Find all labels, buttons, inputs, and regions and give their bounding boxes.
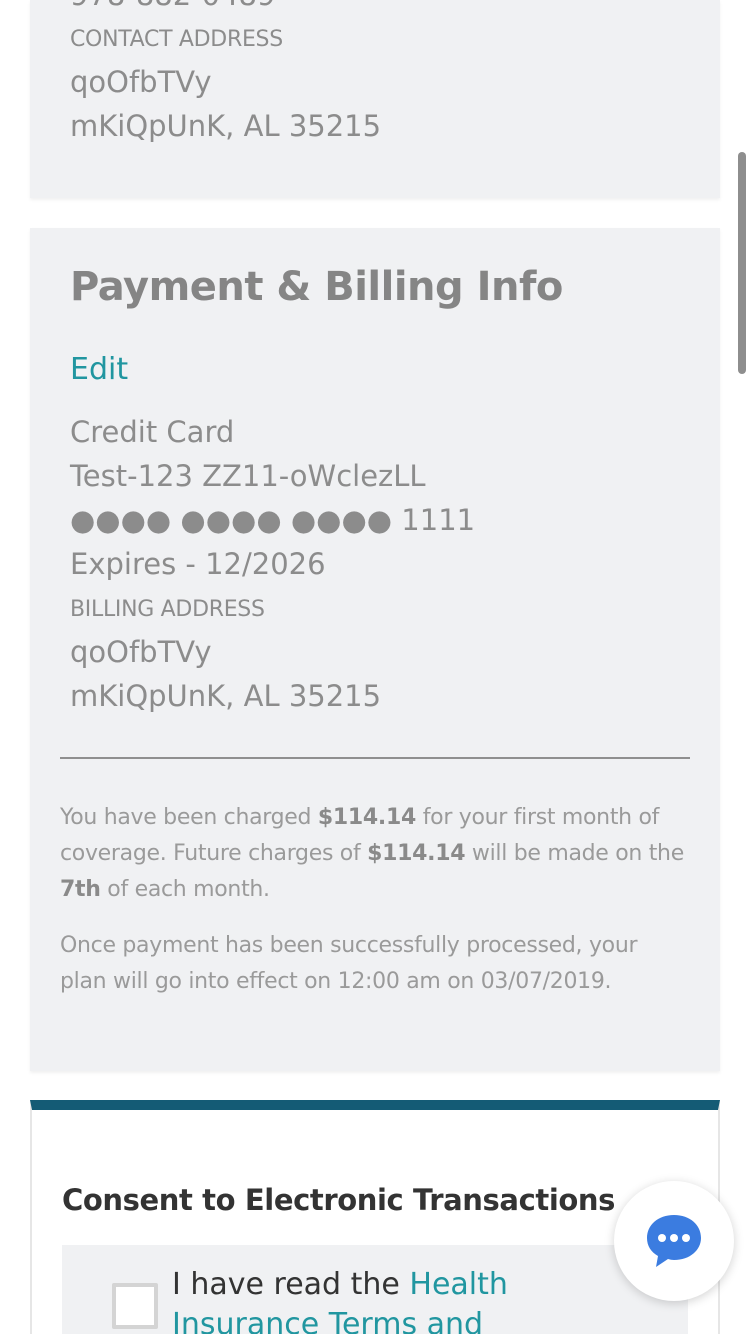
chat-bubble-icon xyxy=(647,1215,701,1267)
payment-section-title: Payment & Billing Info xyxy=(70,264,563,310)
contact-card: 978-882-0489 CONTACT ADDRESS qoOfbTVy mK… xyxy=(30,0,720,198)
billing-address-heading: BILLING ADDRESS xyxy=(70,597,265,622)
card-expiry: Expires - 12/2026 xyxy=(70,547,326,581)
consent-checkbox[interactable] xyxy=(112,1283,158,1329)
card-number: ●●●● ●●●● ●●●● 1111 xyxy=(70,503,476,537)
chat-button[interactable] xyxy=(614,1181,734,1301)
billing-address-line2: mKiQpUnK, AL 35215 xyxy=(70,679,382,713)
charge-summary: You have been charged $114.14 for your f… xyxy=(60,800,685,908)
consent-title: Consent to Electronic Transactions xyxy=(62,1183,616,1217)
edit-payment-link[interactable]: Edit xyxy=(70,352,128,387)
contact-address-heading: CONTACT ADDRESS xyxy=(70,27,283,52)
future-charge-amount: $114.14 xyxy=(367,841,466,866)
charge-text-3: will be made on the xyxy=(465,841,684,866)
section-divider xyxy=(60,757,690,759)
card-holder-name: Test-123 ZZ11-oWclezLL xyxy=(70,459,426,493)
contact-address-line1: qoOfbTVy xyxy=(70,65,212,99)
payment-billing-card: Payment & Billing Info Edit Credit Card … xyxy=(30,228,720,1071)
consent-text-prefix: I have read the xyxy=(172,1267,410,1302)
contact-address-line2: mKiQpUnK, AL 35215 xyxy=(70,109,382,143)
charge-amount: $114.14 xyxy=(317,805,417,830)
consent-label: I have read the Health Insurance Terms a… xyxy=(172,1265,572,1334)
charge-text-4: of each month. xyxy=(100,877,270,902)
contact-phone: 978-882-0489 xyxy=(70,0,275,10)
payment-method: Credit Card xyxy=(70,415,235,449)
charge-day: 7th xyxy=(60,877,101,902)
scrollbar[interactable] xyxy=(738,152,746,374)
consent-card: Consent to Electronic Transactions I hav… xyxy=(30,1100,720,1334)
consent-checkbox-row: I have read the Health Insurance Terms a… xyxy=(62,1245,688,1334)
charge-text-1: You have been charged xyxy=(60,805,318,830)
billing-address-line1: qoOfbTVy xyxy=(70,635,212,669)
plan-effective-note: Once payment has been successfully proce… xyxy=(60,933,638,994)
